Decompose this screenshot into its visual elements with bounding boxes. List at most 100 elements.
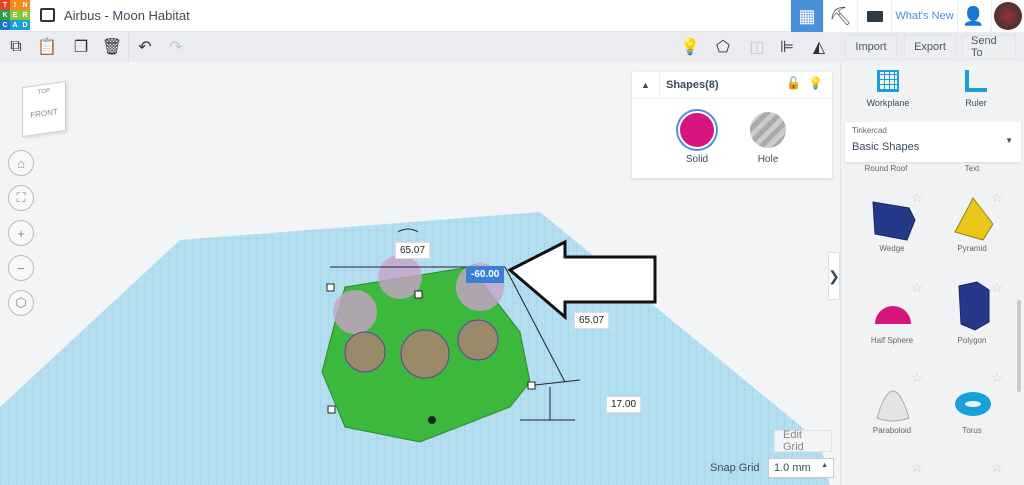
avatar-image [994, 2, 1022, 30]
shape-label: Torus [962, 426, 982, 435]
minus-icon: − [17, 260, 25, 276]
shape-half-sphere[interactable]: Half Sphere [847, 284, 937, 345]
view-cube-front[interactable]: FRONT [23, 106, 65, 121]
zoom-in-button[interactable]: + [8, 220, 34, 246]
fit-view-button[interactable]: ⛶ [8, 185, 34, 211]
shape-wedge[interactable]: Wedge [847, 192, 937, 253]
logo-letter: N [20, 0, 30, 10]
favorite-star-icon[interactable]: ☆ [991, 280, 1003, 296]
workplane-button[interactable]: Workplane [863, 70, 913, 108]
shape-polygon[interactable]: Polygon [927, 281, 1017, 345]
lightbulb-icon[interactable]: 💡 [808, 76, 823, 90]
ruler-label: Ruler [965, 98, 987, 108]
logo-letter: E [10, 10, 20, 20]
shape-label: Half Sphere [870, 336, 914, 345]
ruler-button[interactable]: Ruler [951, 70, 1001, 108]
hole-label: Hole [757, 154, 779, 165]
whats-new-link[interactable]: What's New [891, 0, 957, 32]
depth-dimension[interactable]: 65.07 [574, 312, 610, 329]
collapse-panel-button[interactable]: ❯ [828, 252, 840, 300]
pickaxe-icon: ⛏ [829, 5, 852, 26]
top-bar: T I N K E R C A D Airbus - Moon Habitat … [0, 0, 1024, 32]
codeblocks-button[interactable]: ⛏ [823, 0, 857, 32]
tinkercad-logo[interactable]: T I N K E R C A D [0, 0, 30, 30]
snap-grid-value: 1.0 mm [774, 462, 811, 474]
design-list-icon[interactable] [40, 8, 55, 22]
home-view-button[interactable]: ⌂ [8, 150, 34, 176]
snap-grid-label: Snap Grid [710, 462, 760, 474]
plus-icon: + [17, 225, 25, 241]
favorite-star-icon[interactable]: ☆ [991, 190, 1003, 206]
rotation-input[interactable]: -60.00 [466, 266, 505, 283]
favorite-star-icon[interactable]: ☆ [911, 460, 923, 476]
trash-icon: 🗑 [101, 39, 123, 56]
shape-text[interactable]: Text [927, 164, 1017, 172]
workplane-icon [877, 70, 899, 92]
ungroup-icon: ◫ [749, 39, 765, 56]
shape-library-panel: Workplane Ruler Tinkercad Basic Shapes ▼… [840, 62, 1024, 485]
bricks-button[interactable] [857, 0, 891, 32]
view-cube[interactable]: TOP FRONT [22, 80, 66, 138]
logo-letter: I [10, 0, 20, 10]
3d-view-button[interactable]: ▦ [790, 0, 823, 32]
import-button[interactable]: Import [845, 35, 897, 59]
copy-icon: ⧉ [10, 38, 22, 55]
shape-torus[interactable]: Torus [927, 374, 1017, 435]
fit-icon: ⛶ [16, 190, 26, 205]
undo-button[interactable]: ↶ [134, 36, 156, 58]
favorite-star-icon[interactable]: ☆ [911, 280, 923, 296]
collapse-inspector-button[interactable]: ▲ [632, 72, 660, 98]
mirror-button[interactable]: ◭ [808, 36, 830, 58]
home-icon: ⌂ [17, 155, 25, 171]
undo-icon: ↶ [138, 39, 152, 56]
copy-button[interactable]: ⧉ [5, 36, 27, 58]
ungroup-button[interactable]: ◫ [746, 36, 768, 58]
pyramid-icon [954, 197, 994, 241]
lock-icon[interactable]: 🔓 [786, 76, 801, 90]
height-dimension[interactable]: 17.00 [606, 396, 642, 413]
shape-paraboloid[interactable]: Paraboloid [847, 374, 937, 435]
logo-letter: C [0, 20, 10, 30]
shape-label: Wedge [879, 244, 905, 253]
favorite-star-icon[interactable]: ☆ [911, 370, 923, 386]
logo-letter: A [10, 20, 20, 30]
show-all-button[interactable]: 💡 [679, 36, 701, 58]
library-scrollbar[interactable] [1017, 300, 1021, 392]
edit-grid-button[interactable]: Edit Grid [774, 429, 832, 453]
paste-icon: 📋 [37, 39, 57, 56]
logo-letter: D [20, 20, 30, 30]
logo-letter: T [0, 0, 10, 10]
inspector-title: Shapes(8) [666, 79, 719, 91]
solid-button[interactable] [678, 111, 716, 149]
perspective-button[interactable]: ⬡ [8, 290, 34, 316]
redo-button[interactable]: ↷ [165, 36, 187, 58]
favorite-star-icon[interactable]: ☆ [991, 370, 1003, 386]
export-button[interactable]: Export [904, 35, 956, 59]
caret-down-icon: ▼ [1005, 136, 1013, 145]
width-dimension[interactable]: 65.07 [395, 242, 431, 259]
favorite-star-icon[interactable]: ☆ [911, 190, 923, 206]
design-title[interactable]: Airbus - Moon Habitat [64, 8, 190, 23]
caret-up-icon: ▲ [821, 462, 828, 469]
shape-round-roof[interactable]: Round Roof [841, 164, 931, 172]
delete-button[interactable]: 🗑 [101, 36, 123, 58]
hole-button[interactable] [750, 112, 786, 148]
torus-icon [955, 392, 991, 416]
library-select[interactable]: Tinkercad Basic Shapes ▼ [845, 122, 1021, 162]
favorite-star-icon[interactable]: ☆ [991, 460, 1003, 476]
shape-pyramid[interactable]: Pyramid [927, 192, 1017, 253]
group-button[interactable]: ⬠ [712, 36, 734, 58]
avatar[interactable] [991, 0, 1024, 32]
cube-icon: ⬡ [15, 295, 27, 310]
paste-button[interactable]: 📋 [36, 36, 58, 58]
invite-user-button[interactable]: 👤 [957, 0, 989, 32]
zoom-out-button[interactable]: − [8, 255, 34, 281]
send-to-button[interactable]: Send To [962, 35, 1016, 59]
duplicate-icon: ❐ [73, 39, 89, 56]
snap-grid-select[interactable]: 1.0 mm ▲ [768, 458, 834, 478]
paraboloid-icon [876, 390, 910, 422]
duplicate-button[interactable]: ❐ [70, 36, 92, 58]
chevron-right-icon: ❯ [828, 267, 840, 284]
align-button[interactable]: ⊫ [776, 36, 798, 58]
view-cube-top[interactable]: TOP [23, 86, 65, 98]
